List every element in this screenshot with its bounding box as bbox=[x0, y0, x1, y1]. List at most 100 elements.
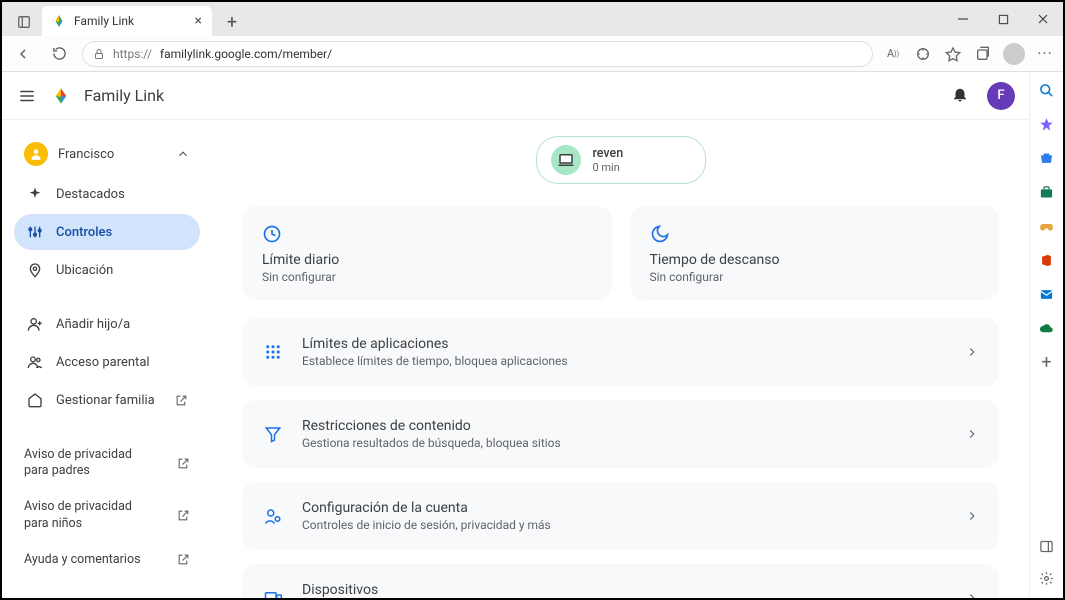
person-add-icon bbox=[26, 315, 44, 333]
device-name: reven bbox=[593, 146, 624, 161]
window-maximize-button[interactable] bbox=[983, 4, 1023, 34]
edge-sidebar: + bbox=[1029, 72, 1063, 598]
chevron-right-icon bbox=[965, 345, 979, 359]
main-content: reven 0 min Límite diario Sin configurar bbox=[212, 120, 1029, 598]
footer-link-privacy-children[interactable]: Aviso de privacidad para niños bbox=[14, 493, 200, 538]
tab-close-icon[interactable]: × bbox=[195, 13, 202, 29]
sidebar-item-label: Añadir hijo/a bbox=[56, 317, 130, 332]
row-content-restrictions[interactable]: Restricciones de contenido Gestiona resu… bbox=[242, 400, 999, 468]
sidebar-item-label: Gestionar familia bbox=[56, 393, 155, 408]
url-rest: familylink.google.com/member/ bbox=[160, 47, 332, 61]
row-account-settings[interactable]: Configuración de la cuenta Controles de … bbox=[242, 482, 999, 550]
tab-actions-icon[interactable] bbox=[10, 8, 38, 36]
external-link-icon bbox=[175, 394, 188, 407]
tile-title: Límite diario bbox=[262, 252, 592, 268]
person-gear-icon bbox=[262, 507, 284, 525]
sparkle-icon bbox=[26, 185, 44, 203]
account-badge[interactable]: F bbox=[987, 82, 1015, 110]
row-title: Configuración de la cuenta bbox=[302, 500, 551, 516]
sidebar-collapse-icon[interactable] bbox=[1037, 536, 1057, 556]
lock-icon bbox=[93, 48, 105, 60]
back-button[interactable] bbox=[10, 41, 36, 67]
collections-icon[interactable] bbox=[973, 44, 993, 64]
sidebar-item-highlights[interactable]: Destacados bbox=[14, 176, 200, 212]
sidebar-item-label: Ubicación bbox=[56, 263, 113, 278]
chevron-up-icon bbox=[176, 147, 190, 161]
favorites-icon[interactable] bbox=[943, 44, 963, 64]
chevron-right-icon bbox=[965, 591, 979, 598]
chevron-right-icon bbox=[965, 427, 979, 441]
row-sub: Controles de inicio de sesión, privacida… bbox=[302, 518, 551, 532]
child-name: Francisco bbox=[58, 147, 114, 162]
refresh-button[interactable] bbox=[46, 41, 72, 67]
device-chip[interactable]: reven 0 min bbox=[536, 136, 706, 184]
browser-address-bar: https://familylink.google.com/member/ A)… bbox=[2, 36, 1063, 72]
sidebar-item-add-child[interactable]: Añadir hijo/a bbox=[14, 306, 200, 342]
sliders-icon bbox=[26, 223, 44, 241]
apps-icon bbox=[262, 343, 284, 361]
url-box[interactable]: https://familylink.google.com/member/ bbox=[82, 41, 873, 67]
read-aloud-icon[interactable]: A)) bbox=[883, 44, 903, 64]
device-usage: 0 min bbox=[593, 161, 624, 174]
tile-downtime[interactable]: Tiempo de descanso Sin configurar bbox=[630, 206, 1000, 300]
discover-icon[interactable] bbox=[1037, 114, 1057, 134]
sidebar-item-label: Acceso parental bbox=[56, 355, 150, 370]
tile-daily-limit[interactable]: Límite diario Sin configurar bbox=[242, 206, 612, 300]
tools-icon[interactable] bbox=[1037, 182, 1057, 202]
sidebar-item-parent-access[interactable]: Acceso parental bbox=[14, 344, 200, 380]
row-app-limits[interactable]: Límites de aplicaciones Establece límite… bbox=[242, 318, 999, 386]
browser-tab[interactable]: Family Link × bbox=[42, 6, 212, 36]
filter-icon bbox=[262, 425, 284, 443]
child-selector[interactable]: Francisco bbox=[14, 134, 200, 174]
tile-title: Tiempo de descanso bbox=[650, 252, 980, 268]
row-devices[interactable]: Dispositivos Duración de la batería, hac… bbox=[242, 564, 999, 598]
profile-avatar[interactable] bbox=[1003, 43, 1025, 65]
row-title: Restricciones de contenido bbox=[302, 418, 561, 434]
footer-link-label: Aviso de privacidad para padres bbox=[24, 447, 154, 480]
sidebar: Francisco Destacados Controles Ubicación bbox=[2, 120, 212, 598]
notifications-button[interactable] bbox=[951, 85, 973, 107]
tile-sub: Sin configurar bbox=[262, 270, 592, 284]
footer-link-label: Ayuda y comentarios bbox=[24, 552, 141, 568]
row-title: Dispositivos bbox=[302, 582, 595, 598]
tab-favicon-icon bbox=[52, 14, 66, 28]
shopping-icon[interactable] bbox=[1037, 148, 1057, 168]
family-link-logo-icon bbox=[52, 87, 70, 105]
add-sidebar-icon[interactable]: + bbox=[1037, 352, 1057, 372]
sidebar-item-label: Controles bbox=[56, 225, 112, 240]
footer-link-privacy-parents[interactable]: Aviso de privacidad para padres bbox=[14, 441, 200, 486]
laptop-icon bbox=[551, 145, 581, 175]
chevron-right-icon bbox=[965, 509, 979, 523]
new-tab-button[interactable]: + bbox=[218, 8, 246, 36]
app-header: Family Link F bbox=[2, 72, 1029, 120]
child-avatar-icon bbox=[24, 142, 48, 166]
sidebar-item-manage-family[interactable]: Gestionar familia bbox=[14, 382, 200, 418]
clock-icon bbox=[262, 224, 592, 244]
sidebar-item-controls[interactable]: Controles bbox=[14, 214, 200, 250]
row-sub: Establece límites de tiempo, bloquea apl… bbox=[302, 354, 568, 368]
onedrive-icon[interactable] bbox=[1037, 318, 1057, 338]
office-icon[interactable] bbox=[1037, 250, 1057, 270]
footer-link-help[interactable]: Ayuda y comentarios bbox=[14, 546, 200, 574]
games-icon[interactable] bbox=[1037, 216, 1057, 236]
home-icon bbox=[26, 391, 44, 409]
outlook-icon[interactable] bbox=[1037, 284, 1057, 304]
account-initial: F bbox=[997, 88, 1004, 103]
external-link-icon bbox=[177, 509, 190, 522]
sidebar-item-location[interactable]: Ubicación bbox=[14, 252, 200, 288]
location-icon bbox=[26, 261, 44, 279]
settings-icon[interactable] bbox=[1037, 568, 1057, 588]
external-link-icon bbox=[177, 457, 190, 470]
search-icon[interactable] bbox=[1037, 80, 1057, 100]
menu-button[interactable] bbox=[16, 85, 38, 107]
window-close-button[interactable] bbox=[1023, 4, 1063, 34]
external-link-icon bbox=[177, 553, 190, 566]
app-title: Family Link bbox=[84, 86, 164, 105]
window-minimize-button[interactable] bbox=[943, 4, 983, 34]
moon-icon bbox=[650, 224, 980, 244]
tile-sub: Sin configurar bbox=[650, 270, 980, 284]
tracking-icon[interactable] bbox=[913, 44, 933, 64]
more-icon[interactable]: ··· bbox=[1035, 44, 1055, 64]
tab-title: Family Link bbox=[74, 14, 134, 28]
people-icon bbox=[26, 353, 44, 371]
